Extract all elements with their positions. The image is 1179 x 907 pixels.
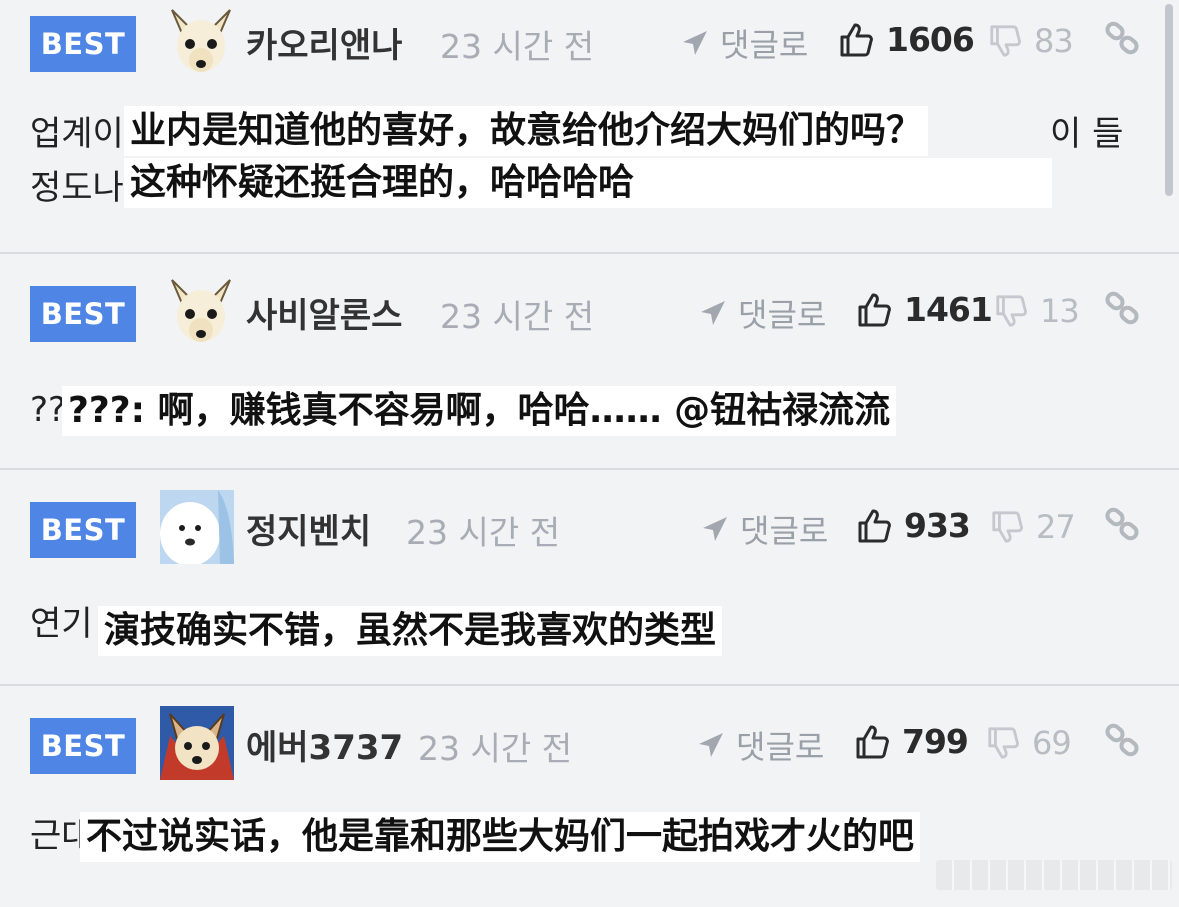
timestamp: 23 시간 전 <box>418 729 573 768</box>
timestamp: 23 시간 전 <box>440 27 595 66</box>
reply-button[interactable]: 댓글로 <box>696 722 824 768</box>
username[interactable]: 에버3737 <box>246 720 403 769</box>
like-count: 799 <box>902 722 969 761</box>
username[interactable]: 사비알론스 <box>246 288 402 337</box>
like-button[interactable]: 1606 <box>838 20 975 59</box>
dislike-count: 13 <box>1040 292 1080 330</box>
dislike-button[interactable]: 13 <box>994 292 1080 330</box>
comment-body-line: 업계이 <box>30 114 124 154</box>
timestamp: 23 시간 전 <box>406 513 561 552</box>
translation-subtitle: 不过说实话，他是靠和那些大妈们一起拍戏才火的吧 <box>80 812 921 862</box>
username[interactable]: 카오리앤나 <box>246 18 402 67</box>
like-button[interactable]: 1461 <box>856 290 993 329</box>
dislike-button[interactable]: 27 <box>990 508 1076 546</box>
reply-button[interactable]: 댓글로 <box>680 20 808 66</box>
dislike-button[interactable]: 69 <box>986 724 1072 762</box>
like-button[interactable]: 799 <box>854 722 969 761</box>
comment-body-line: ?? <box>30 390 67 430</box>
like-count: 933 <box>904 506 971 545</box>
best-badge: BEST <box>30 718 136 774</box>
link-icon[interactable] <box>1104 290 1140 326</box>
reply-arrow-icon <box>700 514 730 544</box>
comment-item: BEST 사비알론스 23 시간 전 댓글로 1461 13 ?? ???: 啊… <box>0 254 1179 468</box>
reply-label: 댓글로 <box>720 26 809 64</box>
best-badge: BEST <box>30 286 136 342</box>
avatar[interactable] <box>164 274 238 348</box>
best-badge: BEST <box>30 16 136 72</box>
comment-item: BEST 카오리앤나 23 시간 전 댓글로 1606 83 업계이 정도나 이… <box>0 0 1179 252</box>
reply-button[interactable]: 댓글로 <box>700 506 828 552</box>
link-icon[interactable] <box>1104 20 1140 56</box>
avatar[interactable] <box>164 4 238 78</box>
thumbs-down-icon <box>990 510 1024 544</box>
like-count: 1606 <box>886 20 975 59</box>
reply-label: 댓글로 <box>740 512 829 550</box>
dog-avatar-icon <box>160 706 234 780</box>
reply-label: 댓글로 <box>738 296 827 334</box>
dislike-count: 69 <box>1032 724 1072 762</box>
dislike-count: 83 <box>1034 22 1074 60</box>
translation-subtitle: ???: 啊，赚钱真不容易啊，哈哈…… @钮祜禄流流 <box>62 386 897 436</box>
comment-body-tail: 이 들 <box>1050 114 1124 154</box>
comment-list: BEST 카오리앤나 23 시간 전 댓글로 1606 83 업계이 정도나 이… <box>0 0 1179 907</box>
reply-arrow-icon <box>680 28 710 58</box>
username[interactable]: 정지벤치 <box>246 504 371 553</box>
thumbs-down-icon <box>986 726 1020 760</box>
best-badge: BEST <box>30 502 136 558</box>
dislike-count: 27 <box>1036 508 1076 546</box>
dog-avatar-icon <box>164 4 238 78</box>
translation-subtitle: 演技确实不错，虽然不是我喜欢的类型 <box>98 606 723 656</box>
comment-item: BEST 정지벤치 23 시간 전 댓글로 933 27 연기 演技确实不错，虽… <box>0 470 1179 684</box>
thumbs-down-icon <box>988 24 1022 58</box>
reply-arrow-icon <box>696 730 726 760</box>
timestamp: 23 시간 전 <box>440 297 595 336</box>
comment-body-line: 연기 <box>30 604 93 644</box>
comment-body-line: 정도나 <box>30 168 124 208</box>
reply-button[interactable]: 댓글로 <box>698 290 826 336</box>
link-icon[interactable] <box>1104 722 1140 758</box>
dog-avatar-icon <box>160 490 234 564</box>
thumbs-down-icon <box>994 294 1028 328</box>
thumbs-up-icon <box>856 508 892 544</box>
reply-label: 댓글로 <box>736 728 825 766</box>
reply-arrow-icon <box>698 298 728 328</box>
watermark <box>936 860 1172 890</box>
thumbs-up-icon <box>854 724 890 760</box>
avatar[interactable] <box>160 706 234 780</box>
translation-subtitle: 这种怀疑还挺合理的，哈哈哈哈 <box>124 158 1052 208</box>
dislike-button[interactable]: 83 <box>988 22 1074 60</box>
thumbs-up-icon <box>856 292 892 328</box>
dog-avatar-icon <box>164 274 238 348</box>
like-count: 1461 <box>904 290 993 329</box>
link-icon[interactable] <box>1104 506 1140 542</box>
avatar[interactable] <box>160 490 234 564</box>
translation-subtitle: 业内是知道他的喜好，故意给他介绍大妈们的吗？ <box>124 106 929 156</box>
like-button[interactable]: 933 <box>856 506 971 545</box>
scrollbar[interactable] <box>1165 4 1173 196</box>
thumbs-up-icon <box>838 22 874 58</box>
